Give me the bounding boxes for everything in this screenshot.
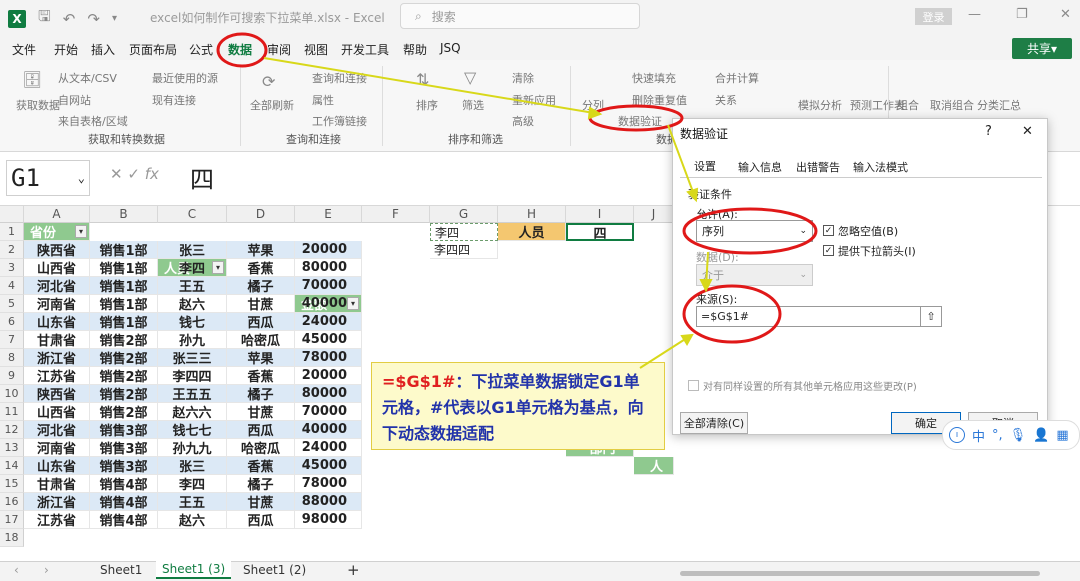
annotation-overlay [216,32,818,369]
add-sheet-icon[interactable]: + [347,561,360,579]
highlight-data-menu [216,32,268,68]
mic-icon[interactable]: 🎙 [1010,428,1027,443]
sheet-tab-sheet1-2[interactable]: Sheet1 (2) [243,563,306,577]
highlight-allow [682,207,818,255]
horizontal-scrollbar[interactable] [680,571,1040,576]
prev-sheet-icon[interactable]: ‹ [14,563,19,577]
arrow-line [263,57,601,115]
arrow-line [639,335,691,369]
user-icon[interactable]: 👤 [1033,428,1049,443]
arrowhead [686,187,699,203]
arrow-line [667,124,697,201]
punctuation-icon[interactable]: °, [992,428,1003,443]
ime-logo-icon: ı [949,427,965,443]
ime-mode[interactable]: 中 [972,426,985,445]
grid-icon[interactable]: ▦ [1056,428,1068,443]
ime-toolbar[interactable]: ı 中 °, 🎙 👤 ▦ [942,420,1080,450]
arrowhead [680,333,694,346]
next-sheet-icon[interactable]: › [44,563,49,577]
sheet-tab-active[interactable]: Sheet1 (3) [156,561,232,579]
highlight-source [682,284,782,344]
sheet-tab-sheet1[interactable]: Sheet1 [100,563,142,577]
